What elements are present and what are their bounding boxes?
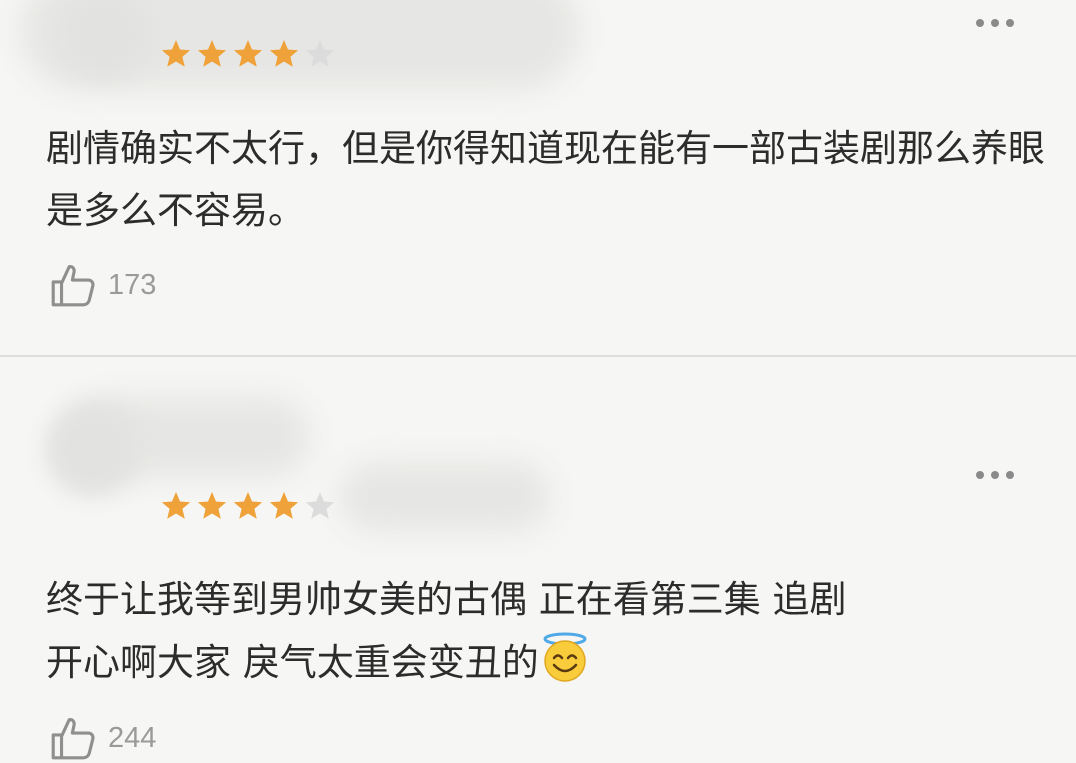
star-filled-icon xyxy=(269,40,299,67)
thumbs-up-icon xyxy=(51,265,95,307)
review-text-line: 开心啊大家 戾气太重会变丑的 xyxy=(46,631,1046,694)
thumbs-up-icon xyxy=(51,718,95,760)
star-rating xyxy=(160,38,336,70)
avatar[interactable] xyxy=(45,402,140,497)
star-filled-icon xyxy=(161,40,191,67)
review-text: 终于让我等到男帅女美的古偶 正在看第三集 追剧 开心啊大家 戾气太重会变丑的 xyxy=(46,569,1046,694)
star-filled-icon xyxy=(269,492,299,519)
review-text: 剧情确实不太行，但是你得知道现在能有一部古装剧那么养眼是多么不容易。 xyxy=(46,127,1045,232)
star-filled-icon xyxy=(233,40,263,67)
review-text-line-content: 开心啊大家 戾气太重会变丑的 xyxy=(46,641,539,684)
smiling-face-with-halo-icon xyxy=(543,632,587,682)
star-rating xyxy=(160,490,336,522)
star-filled-icon xyxy=(161,492,191,519)
like-button[interactable]: 173 xyxy=(48,260,156,310)
more-dots-icon[interactable] xyxy=(976,471,1014,479)
blurred-meta xyxy=(340,462,550,532)
more-dots-icon[interactable] xyxy=(976,19,1014,27)
review-text-line: 终于让我等到男帅女美的古偶 正在看第三集 追剧 xyxy=(46,578,847,621)
star-filled-icon xyxy=(233,492,263,519)
review-card: 终于让我等到男帅女美的古偶 正在看第三集 追剧 开心啊大家 戾气太重会变丑的 2… xyxy=(0,357,1076,760)
star-empty-icon xyxy=(305,40,335,67)
review-card: 剧情确实不太行，但是你得知道现在能有一部古装剧那么养眼是多么不容易。 173 xyxy=(0,0,1076,356)
star-empty-icon xyxy=(305,492,335,519)
like-count: 173 xyxy=(108,268,157,301)
like-button[interactable]: 244 xyxy=(48,713,156,763)
star-filled-icon xyxy=(197,492,227,519)
star-filled-icon xyxy=(197,40,227,67)
